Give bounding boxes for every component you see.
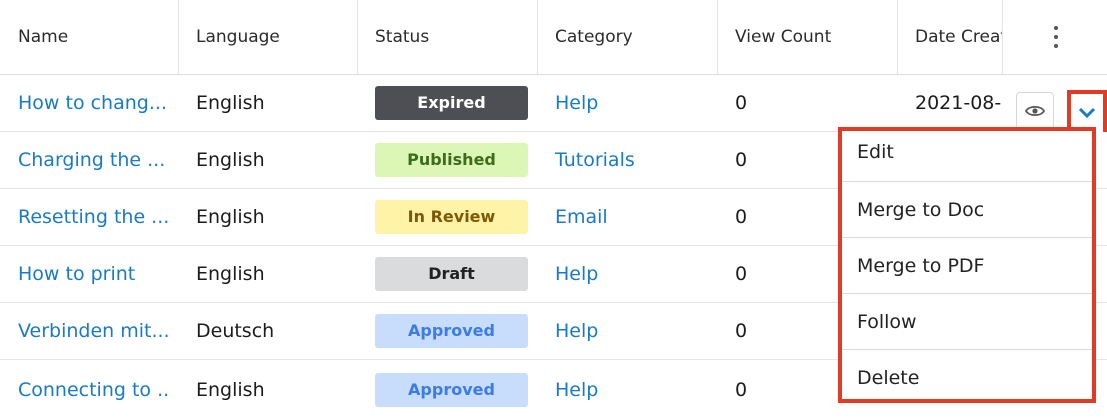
name-cell: Charging the ...: [18, 132, 168, 188]
column-divider: [1002, 0, 1003, 74]
row-actions-menu: Edit Merge to Doc Merge to PDF Follow De…: [838, 127, 1096, 403]
category-cell: Help: [555, 360, 705, 419]
column-header-category[interactable]: Category: [555, 0, 705, 74]
column-divider[interactable]: [897, 0, 898, 74]
column-divider[interactable]: [178, 0, 179, 74]
menu-item-merge-to-doc[interactable]: Merge to Doc: [842, 182, 1092, 238]
record-name-link[interactable]: Charging the ...: [18, 149, 165, 171]
record-name-link[interactable]: Verbinden mit...: [18, 320, 168, 342]
language-cell: English: [196, 92, 265, 114]
status-badge: Approved: [375, 372, 528, 407]
status-badge: Expired: [375, 86, 528, 120]
category-link[interactable]: Help: [555, 263, 598, 285]
menu-item-edit[interactable]: Edit: [842, 131, 1092, 182]
name-cell: Connecting to ...: [18, 360, 168, 419]
record-name-link[interactable]: Resetting the ...: [18, 206, 168, 228]
status-cell: Published: [375, 132, 535, 188]
table-row: How to chang... English Expired Help 0 2…: [0, 75, 1107, 136]
name-cell: How to print: [18, 246, 168, 302]
column-divider[interactable]: [537, 0, 538, 74]
preview-button[interactable]: [1016, 92, 1054, 130]
table-header: Name Language Status Category View Count…: [0, 0, 1107, 75]
column-header-language[interactable]: Language: [196, 0, 346, 74]
status-badge: In Review: [375, 200, 528, 234]
category-cell: Help: [555, 303, 705, 359]
category-link[interactable]: Email: [555, 206, 608, 228]
record-name-link[interactable]: How to chang...: [18, 92, 167, 114]
status-cell: Expired: [375, 75, 535, 131]
view-count-cell: 0: [735, 92, 748, 114]
status-cell: In Review: [375, 189, 535, 245]
chevron-down-icon: [1078, 107, 1096, 119]
column-header-view-count[interactable]: View Count: [735, 0, 885, 74]
language-cell: English: [196, 378, 265, 401]
status-badge: Approved: [375, 314, 528, 348]
category-link[interactable]: Tutorials: [555, 149, 635, 171]
menu-item-merge-to-pdf[interactable]: Merge to PDF: [842, 238, 1092, 294]
row-actions: [1002, 75, 1107, 136]
column-header-status[interactable]: Status: [375, 0, 535, 74]
language-cell: English: [196, 206, 265, 228]
menu-item-delete[interactable]: Delete: [842, 350, 1092, 406]
category-cell: Email: [555, 189, 705, 245]
language-cell: English: [196, 149, 265, 171]
category-link[interactable]: Help: [555, 379, 598, 401]
name-cell: How to chang...: [18, 75, 168, 131]
record-name-link[interactable]: How to print: [18, 263, 135, 285]
language-cell: Deutsch: [196, 320, 275, 342]
vertical-ellipsis-icon[interactable]: [1046, 26, 1066, 48]
status-cell: Approved: [375, 360, 535, 419]
category-cell: Help: [555, 246, 705, 302]
record-name-link[interactable]: Connecting to ...: [18, 379, 168, 401]
column-divider[interactable]: [717, 0, 718, 74]
category-link[interactable]: Help: [555, 92, 598, 114]
name-cell: Verbinden mit...: [18, 303, 168, 359]
status-badge: Published: [375, 143, 528, 177]
column-header-date-created[interactable]: Date Creat: [915, 0, 1002, 74]
category-cell: Help: [555, 75, 705, 131]
menu-item-follow[interactable]: Follow: [842, 294, 1092, 350]
status-cell: Draft: [375, 246, 535, 302]
date-created-cell: 2021-08-1: [915, 92, 1002, 114]
eye-icon: [1025, 105, 1045, 117]
column-header-name[interactable]: Name: [18, 0, 168, 74]
status-badge: Draft: [375, 257, 528, 291]
name-cell: Resetting the ...: [18, 189, 168, 245]
language-cell: English: [196, 263, 265, 285]
category-link[interactable]: Help: [555, 320, 598, 342]
status-cell: Approved: [375, 303, 535, 359]
column-divider[interactable]: [357, 0, 358, 74]
category-cell: Tutorials: [555, 132, 705, 188]
